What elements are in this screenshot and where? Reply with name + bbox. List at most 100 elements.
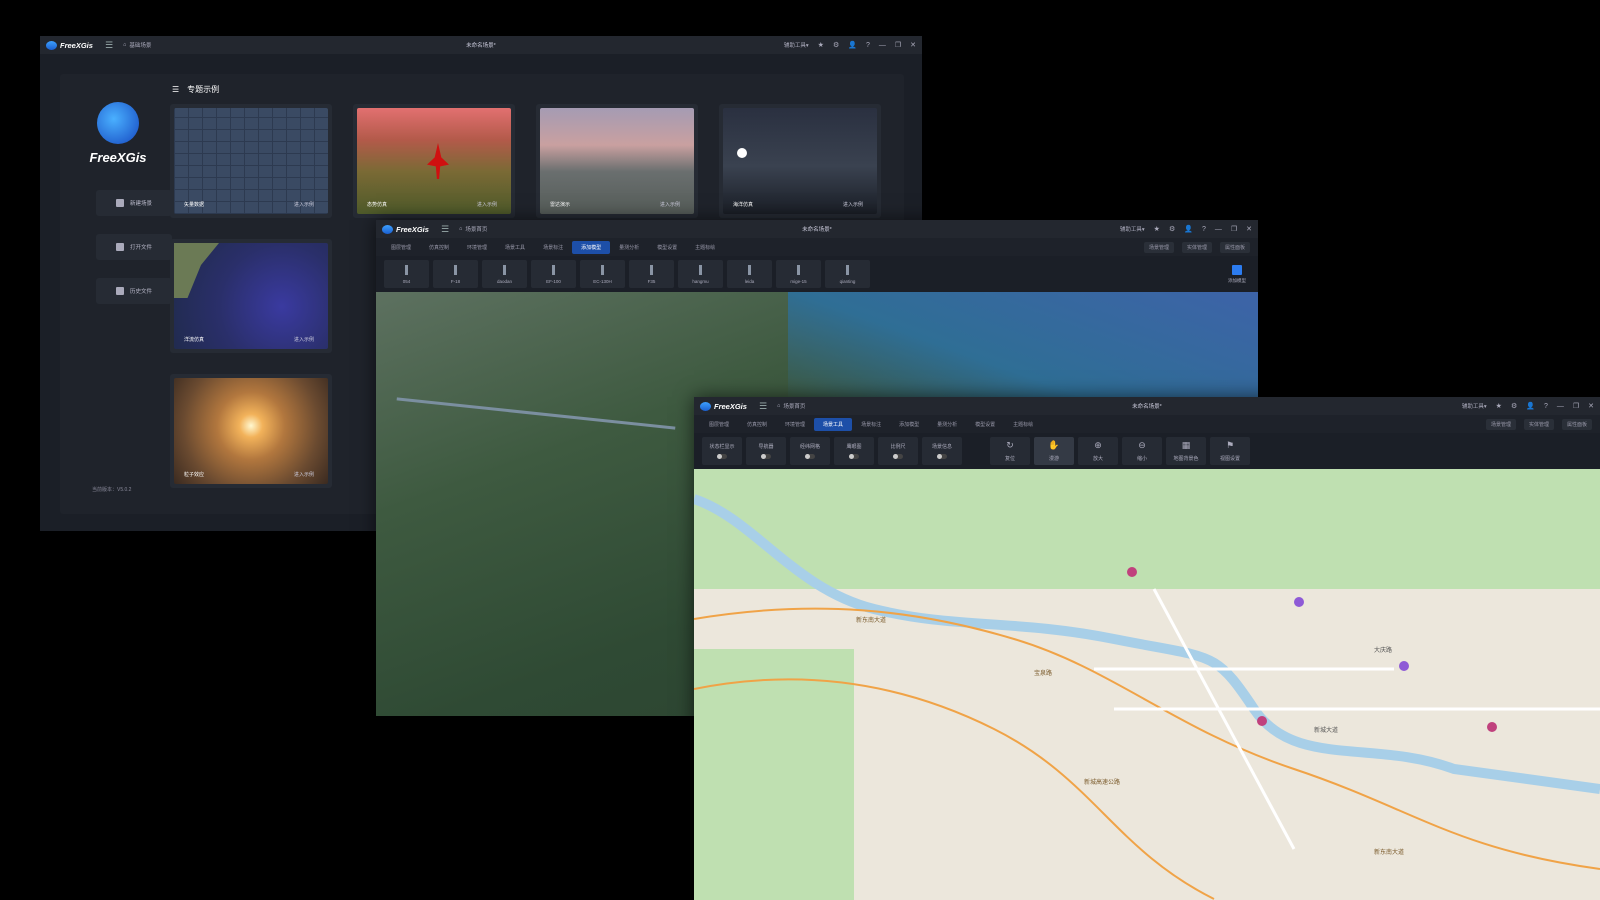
model-mige15[interactable]: mige-15 (776, 260, 821, 288)
tab-environment[interactable]: 环境管理 (776, 418, 814, 431)
scene-manage-button[interactable]: 场景管理 (1485, 418, 1516, 430)
toggle-scene-info[interactable]: 场景信息 (922, 437, 962, 465)
star-icon[interactable]: ★ (818, 41, 824, 49)
restore-icon[interactable]: ❐ (895, 41, 901, 49)
map-view[interactable]: 新东南大道 大庆路 宝泉路 新城大道 新城高速公路 新东南大道 (694, 469, 1600, 900)
map-bg-button[interactable]: ▦ 地图背景色 (1166, 437, 1206, 465)
tab-measure[interactable]: 量测分析 (928, 418, 966, 431)
folder-icon (115, 243, 124, 251)
model-ec130h[interactable]: EC-130H (580, 260, 625, 288)
func-tools-button[interactable]: 辅助工具▾ (1120, 225, 1145, 233)
entity-manage-button[interactable]: 实体管理 (1181, 241, 1212, 253)
add-model-side-button[interactable]: 添加模型 (1228, 264, 1246, 284)
tab-sim-control[interactable]: 仿真控制 (420, 241, 458, 254)
tab-model-settings[interactable]: 模型设置 (966, 418, 1004, 431)
zoom-out-button[interactable]: ⊖ 缩小 (1122, 437, 1162, 465)
help-icon[interactable]: ? (1202, 226, 1206, 233)
tab-measure[interactable]: 量测分析 (610, 241, 648, 254)
scene-title: 未命名场景* (802, 227, 832, 233)
toggle-overview[interactable]: 鹰眼图 (834, 437, 874, 465)
ribbon-tabs: 图层管理 仿真控制 环境管理 场景工具 场景标注 添加模型 量测分析 模型设置 … (694, 415, 1600, 433)
new-scene-button[interactable]: 新建场景 (96, 190, 172, 216)
tab-home[interactable]: ⌂ 基础场景 (123, 41, 151, 49)
restore-icon[interactable]: ❐ (1231, 225, 1237, 233)
tab-plotting[interactable]: 主题标绘 (1004, 418, 1042, 431)
tab-scene-tools[interactable]: 场景工具 (814, 417, 853, 431)
add-model-icon (1232, 264, 1242, 275)
toggle-status-bar[interactable]: 状态栏显示 (702, 437, 742, 465)
model-daodan[interactable]: daodan (482, 260, 527, 288)
card-ocean[interactable]: 海洋仿真 进入示例 (719, 104, 881, 218)
user-icon[interactable]: 👤 (1184, 225, 1193, 233)
gear-icon[interactable]: ⚙ (1169, 225, 1175, 233)
scene-manage-button[interactable]: 场景管理 (1143, 241, 1174, 253)
model-qianting[interactable]: qianting (825, 260, 870, 288)
zoom-in-button[interactable]: ⊕ 放大 (1078, 437, 1118, 465)
menu-icon[interactable]: ☰ (759, 401, 767, 412)
app-logo: FreeXGis (382, 224, 429, 234)
history-icon (115, 287, 124, 295)
pan-button[interactable]: ✋ 漫游 (1034, 437, 1074, 465)
tab-scene-tools[interactable]: 场景工具 (496, 241, 534, 254)
tab-add-model[interactable]: 添加模型 (572, 240, 611, 254)
road-label: 大庆路 (1374, 646, 1392, 654)
card-particle[interactable]: 粒子效应 进入示例 (170, 374, 332, 488)
star-icon[interactable]: ★ (1154, 225, 1160, 233)
model-toolbar: 054 F-18 daodan EF-100 EC-130H F35 hangm… (376, 256, 1258, 292)
model-f35[interactable]: F35 (629, 260, 674, 288)
tab-annotation[interactable]: 场景标注 (534, 241, 572, 254)
close-icon[interactable]: ✕ (1246, 225, 1252, 233)
user-icon[interactable]: 👤 (1526, 402, 1535, 410)
property-panel-button[interactable]: 属性面板 (1219, 241, 1250, 253)
tab-home[interactable]: ⌂ 场景首页 (459, 225, 487, 233)
tab-annotation[interactable]: 场景标注 (852, 418, 890, 431)
menu-icon[interactable]: ☰ (441, 224, 449, 235)
entity-manage-button[interactable]: 实体管理 (1523, 418, 1554, 430)
card-situation[interactable]: 态势仿真 进入示例 (353, 104, 515, 218)
close-icon[interactable]: ✕ (910, 41, 916, 49)
property-panel-button[interactable]: 属性面板 (1561, 418, 1592, 430)
open-file-button[interactable]: 打开文件 (96, 234, 172, 260)
scene-tool-toolbar: 状态栏显示 导航器 经纬网格 鹰眼图 比例尺 场景信息 ↻ 复位 ✋ 漫游 ⊕ 放大 … (694, 433, 1600, 469)
model-leida[interactable]: leida (727, 260, 772, 288)
toggle-scale-bar[interactable]: 比例尺 (878, 437, 918, 465)
model-hangmu[interactable]: hangmu (678, 260, 723, 288)
river (396, 397, 676, 430)
list-icon: ☰ (172, 85, 180, 94)
minimize-icon[interactable]: — (879, 42, 886, 49)
reset-button[interactable]: ↻ 复位 (990, 437, 1030, 465)
menu-icon[interactable]: ☰ (105, 40, 113, 51)
tab-sim-control[interactable]: 仿真控制 (738, 418, 776, 431)
close-icon[interactable]: ✕ (1588, 402, 1594, 410)
history-file-button[interactable]: 历史文件 (96, 278, 172, 304)
func-tools-button[interactable]: 辅助工具▾ (1462, 402, 1487, 410)
tab-layers[interactable]: 图层管理 (382, 241, 420, 254)
card-radar[interactable]: 雷达演示 进入示例 (536, 104, 698, 218)
star-icon[interactable]: ★ (1496, 402, 1502, 410)
model-054[interactable]: 054 (384, 260, 429, 288)
sea-area (788, 292, 1258, 402)
view-settings-button[interactable]: ⚑ 视图设置 (1210, 437, 1250, 465)
tab-model-settings[interactable]: 模型设置 (648, 241, 686, 254)
minimize-icon[interactable]: — (1557, 403, 1564, 410)
tab-add-model[interactable]: 添加模型 (890, 418, 928, 431)
toggle-navigator[interactable]: 导航器 (746, 437, 786, 465)
version-label: 当前版本：V5.0.2 (92, 487, 132, 493)
minimize-icon[interactable]: — (1215, 226, 1222, 233)
tab-environment[interactable]: 环境管理 (458, 241, 496, 254)
toggle-graticule[interactable]: 经纬网格 (790, 437, 830, 465)
gear-icon[interactable]: ⚙ (833, 41, 839, 49)
func-tools-button[interactable]: 辅助工具▾ (784, 41, 809, 49)
tab-home[interactable]: ⌂ 场景首页 (777, 402, 805, 410)
gear-icon[interactable]: ⚙ (1511, 402, 1517, 410)
model-f18[interactable]: F-18 (433, 260, 478, 288)
restore-icon[interactable]: ❐ (1573, 402, 1579, 410)
help-icon[interactable]: ? (1544, 403, 1548, 410)
tab-plotting[interactable]: 主题标绘 (686, 241, 724, 254)
tab-layers[interactable]: 图层管理 (700, 418, 738, 431)
model-ef100[interactable]: EF-100 (531, 260, 576, 288)
card-current[interactable]: 洋流仿真 进入示例 (170, 239, 332, 353)
user-icon[interactable]: 👤 (848, 41, 857, 49)
help-icon[interactable]: ? (866, 42, 870, 49)
card-vector[interactable]: 矢量数据 进入示例 (170, 104, 332, 218)
